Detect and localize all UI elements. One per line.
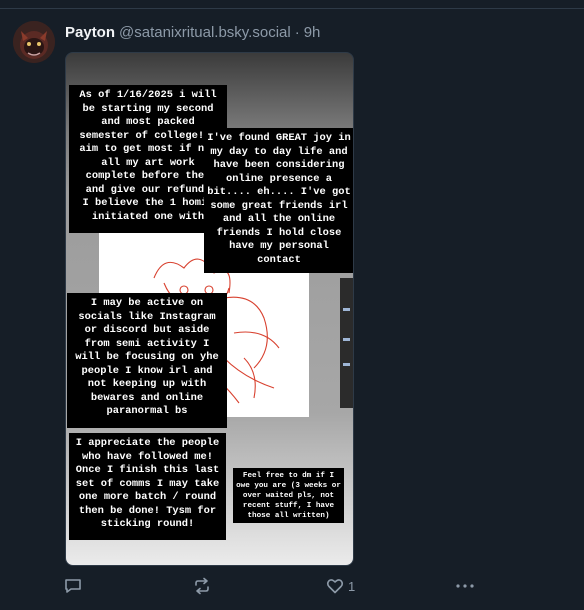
avatar-image [13, 21, 55, 63]
post-image[interactable]: As of 1/16/2025 i will be starting my se… [65, 52, 354, 566]
text-note-4: I appreciate the people who have followe… [69, 433, 226, 540]
text-note-3: I may be active on socials like Instagra… [67, 293, 227, 428]
more-options-button[interactable] [455, 574, 475, 598]
author-name[interactable]: Payton [65, 24, 115, 41]
separator: · [294, 23, 300, 41]
more-icon [456, 584, 474, 588]
text-note-2: I've found GREAT joy in my day to day li… [204, 128, 353, 273]
avatar[interactable] [13, 21, 55, 63]
reply-button[interactable] [64, 574, 82, 598]
post-time[interactable]: 9h [304, 24, 321, 41]
repost-button[interactable] [193, 574, 211, 598]
text-note-5: Feel free to dm if I owe you are (3 week… [233, 468, 344, 523]
like-count: 1 [348, 578, 356, 594]
post-actions: 1 [0, 574, 584, 598]
author-handle[interactable]: @satanixritual.bsky.social [119, 24, 291, 41]
post-header: Payton @satanixritual.bsky.social · 9h [65, 22, 320, 42]
divider [0, 8, 584, 9]
like-button[interactable]: 1 [326, 574, 355, 598]
reply-icon [65, 579, 81, 593]
toolbar-strip [340, 278, 353, 408]
heart-icon [326, 579, 344, 594]
repost-icon [195, 577, 209, 595]
